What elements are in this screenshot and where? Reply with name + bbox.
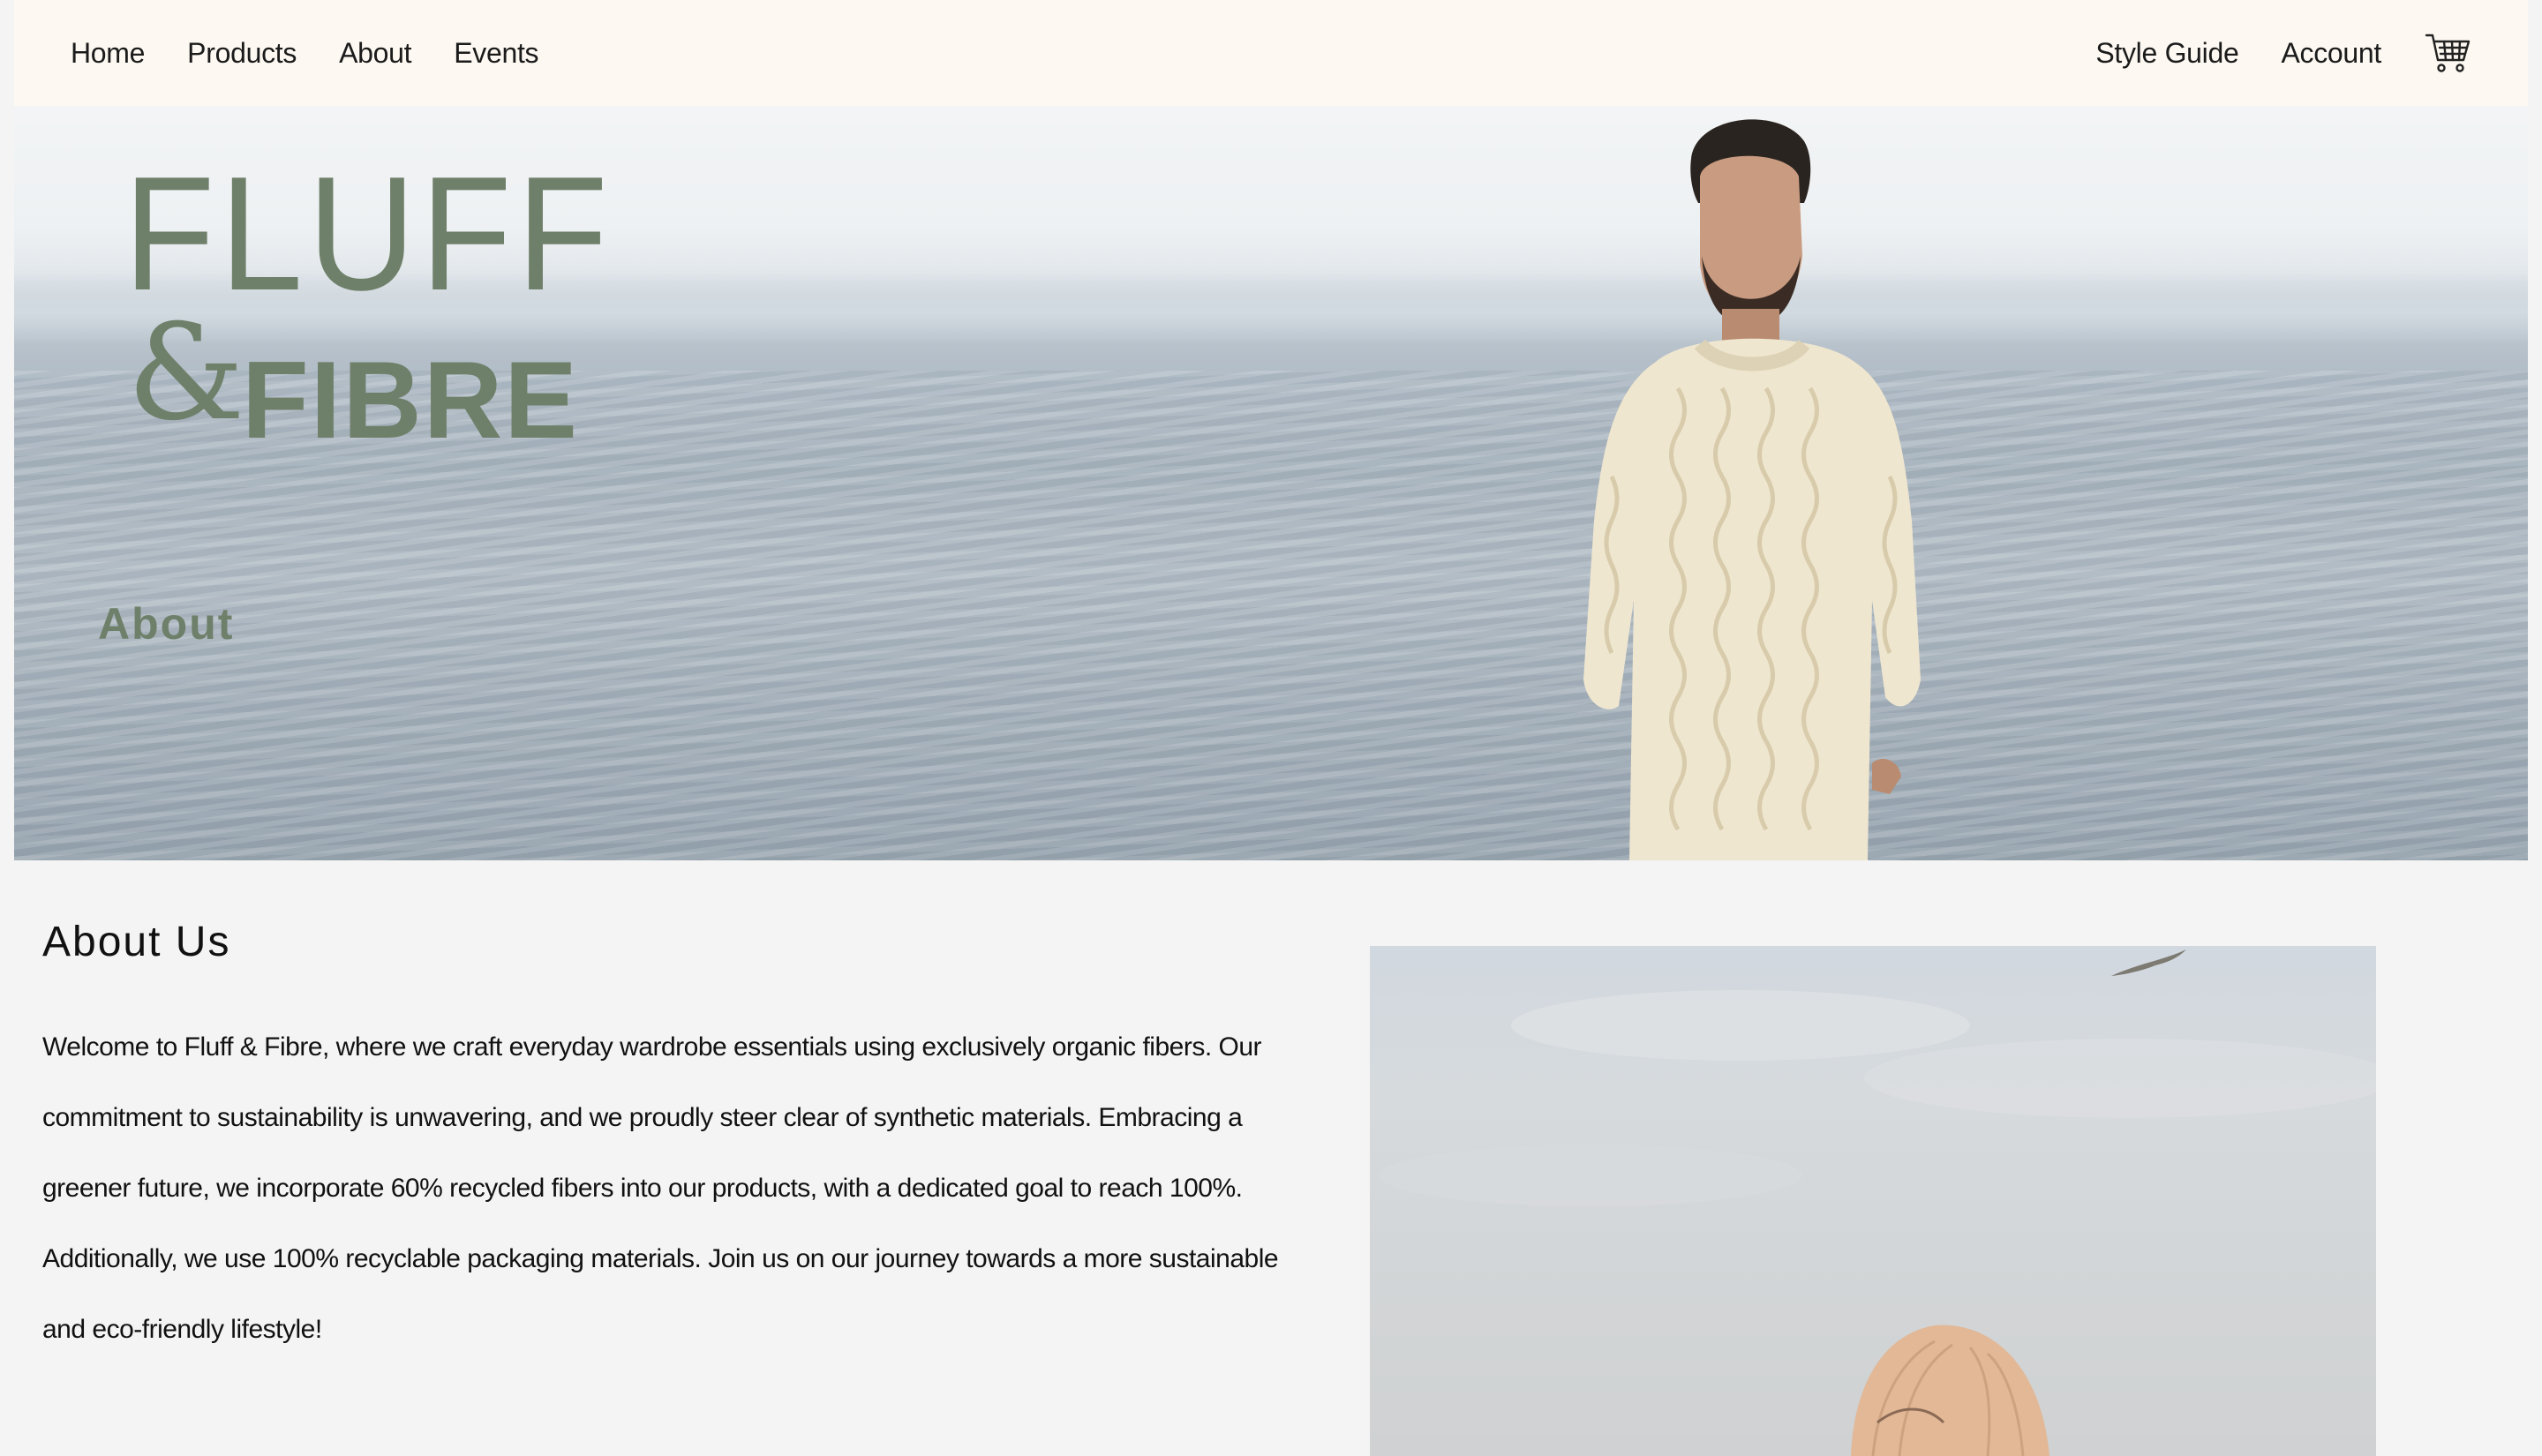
hero-model-photo <box>1583 119 1921 860</box>
nav-left: Home Products About Events <box>71 37 581 70</box>
brand-logo[interactable]: FLUFF & FIBRE <box>111 152 608 455</box>
nav-link-home[interactable]: Home <box>71 37 145 70</box>
logo-word-fluff: FLUFF <box>124 142 613 324</box>
logo-ampersand: & <box>127 296 245 450</box>
nav-link-style-guide[interactable]: Style Guide <box>2095 37 2238 70</box>
nav-link-account[interactable]: Account <box>2281 37 2381 70</box>
hero-banner: FLUFF & FIBRE About <box>14 106 2528 860</box>
logo-word-fibre: FIBRE <box>242 340 579 462</box>
top-navbar: Home Products About Events Style Guide A… <box>14 0 2528 106</box>
nav-right: Style Guide Account <box>2095 31 2471 75</box>
about-us-title: About Us <box>42 919 231 965</box>
nav-link-about[interactable]: About <box>339 37 411 70</box>
nav-link-events[interactable]: Events <box>454 37 538 70</box>
about-us-paragraph: Welcome to Fluff & Fibre, where we craft… <box>42 1032 1279 1344</box>
about-lifestyle-photo <box>1370 946 2376 1456</box>
shopping-cart-icon[interactable] <box>2424 31 2471 75</box>
hero-page-heading: About <box>98 599 235 649</box>
nav-link-products[interactable]: Products <box>187 37 297 70</box>
